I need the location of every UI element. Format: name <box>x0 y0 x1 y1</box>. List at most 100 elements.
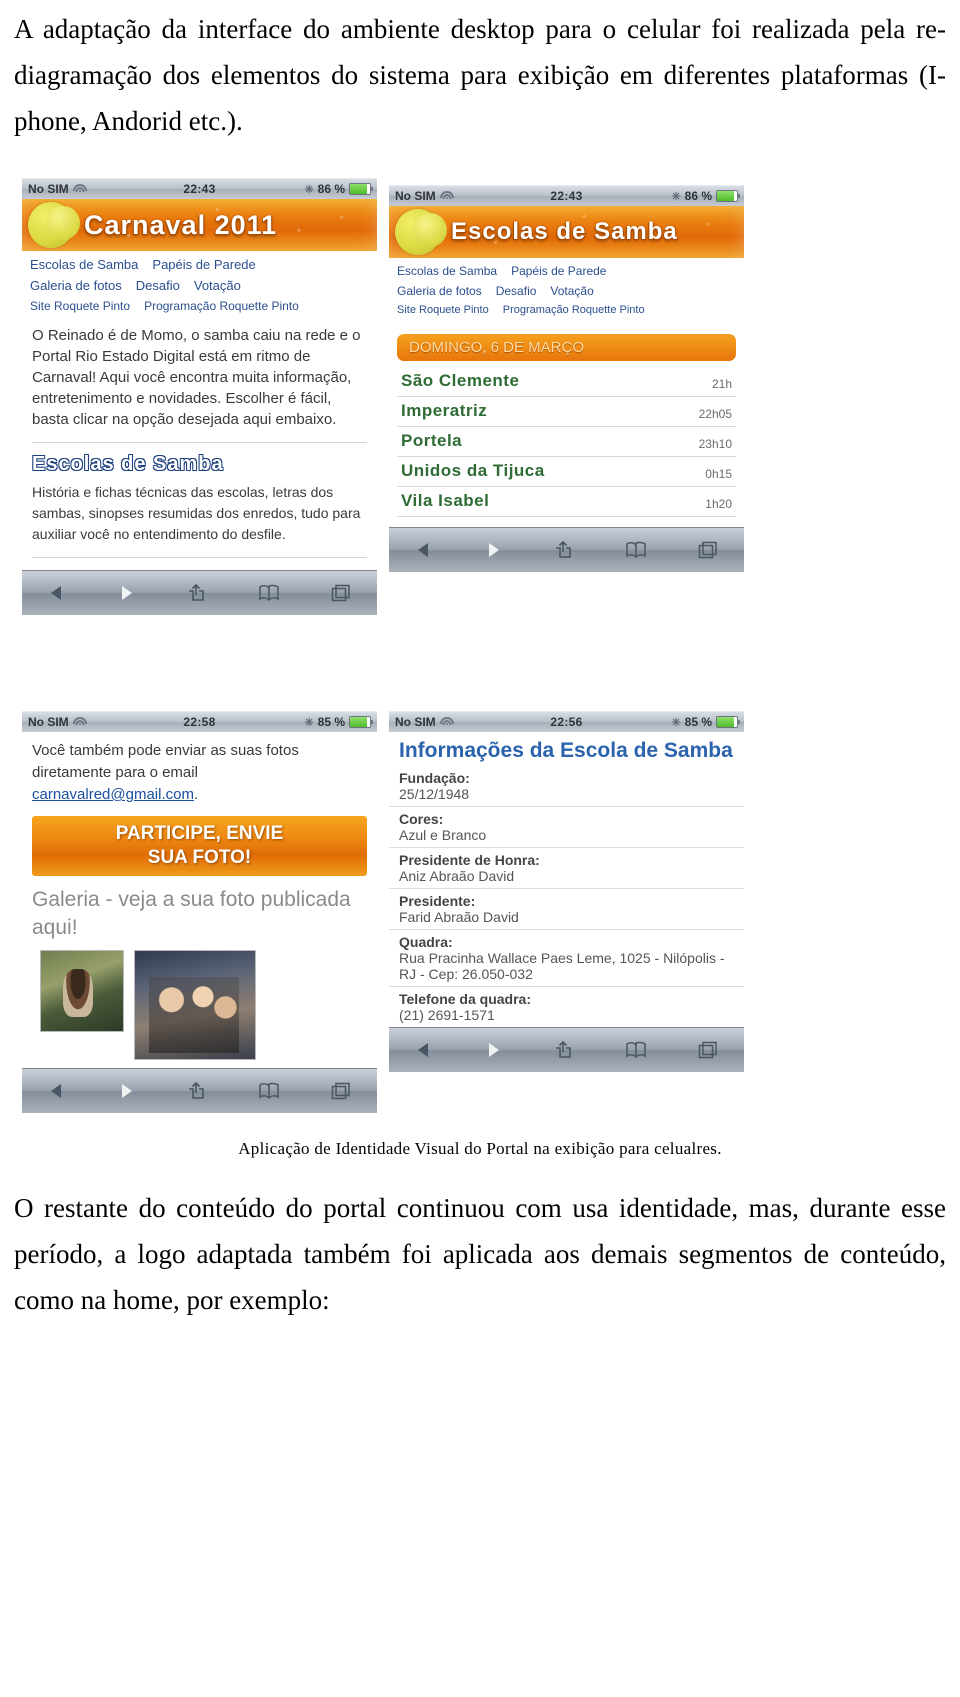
phones-row-top: No SIM 22:43 ✳ 86 % Carnaval 2011 Escola… <box>0 178 960 615</box>
share-icon[interactable] <box>186 1081 206 1101</box>
bluetooth-icon: ✳ <box>304 716 314 729</box>
nav-link-galeria-de-fotos[interactable]: Galeria de fotos <box>397 284 482 298</box>
participate-line-1: PARTICIPE, ENVIE <box>115 823 284 844</box>
nav-link-desafio[interactable]: Desafio <box>496 284 537 298</box>
school-time: 1h20 <box>705 497 732 511</box>
carrier-label: No SIM <box>28 715 69 729</box>
carrier-label: No SIM <box>395 189 436 203</box>
nav-link-votacao[interactable]: Votação <box>194 278 241 293</box>
clock-label: 22:56 <box>550 715 583 729</box>
nav-link-site-roquete-pinto[interactable]: Site Roquete Pinto <box>30 299 130 313</box>
list-item[interactable]: Portela 23h10 <box>397 427 736 457</box>
email-text-before: Você também pode enviar as suas fotos di… <box>32 742 299 781</box>
school-time: 23h10 <box>698 437 732 451</box>
battery-icon <box>349 183 374 195</box>
school-time: 22h05 <box>698 407 732 421</box>
info-value: Farid Abraão David <box>399 909 519 925</box>
nav-link-votacao[interactable]: Votação <box>550 284 593 298</box>
school-name: Vila Isabel <box>401 491 490 510</box>
list-item[interactable]: Vila Isabel 1h20 <box>397 487 736 517</box>
tabs-icon[interactable] <box>698 1041 718 1059</box>
phone-escolas: No SIM 22:43 ✳ 86 % Escolas de Samba Esc… <box>389 185 744 615</box>
carnaval-logo-icon <box>28 202 80 248</box>
share-icon[interactable] <box>553 1040 573 1060</box>
nav-link-site-roquete-pinto[interactable]: Site Roquete Pinto <box>397 304 489 316</box>
share-icon[interactable] <box>186 583 206 603</box>
status-bar: No SIM 22:58 ✳ 85 % <box>22 711 377 732</box>
nav-row: Site Roquete Pinto Programação Roquette … <box>30 299 369 313</box>
share-icon[interactable] <box>553 540 573 560</box>
nav-row: Escolas de Samba Papéis de Parede <box>397 264 736 278</box>
figure-phones-top: No SIM 22:43 ✳ 86 % Carnaval 2011 Escola… <box>0 178 960 615</box>
document-page: A adaptação da interface do ambiente des… <box>0 0 960 1697</box>
forward-icon[interactable] <box>484 1041 502 1059</box>
participate-banner[interactable]: PARTICIPE, ENVIE SUA FOTO! <box>32 816 367 876</box>
info-value: 25/12/1948 <box>399 786 470 802</box>
school-time: 0h15 <box>705 467 732 481</box>
school-name: São Clemente <box>401 371 520 390</box>
forward-icon[interactable] <box>117 1082 135 1100</box>
nav-link-galeria-de-fotos[interactable]: Galeria de fotos <box>30 278 122 293</box>
phones-row-bottom: No SIM 22:58 ✳ 85 % Você também pode env… <box>0 711 960 1113</box>
back-icon[interactable] <box>415 541 433 559</box>
nav-link-programacao-roquette-pinto[interactable]: Programação Roquette Pinto <box>144 299 299 313</box>
school-time: 21h <box>711 377 732 391</box>
site-banner: Escolas de Samba <box>389 206 744 258</box>
info-label: Quadra: <box>399 934 453 950</box>
bookmarks-icon[interactable] <box>625 541 647 559</box>
page-title: Informações da Escola de Samba <box>399 739 733 762</box>
bookmarks-icon[interactable] <box>625 1041 647 1059</box>
info-value: Rua Pracinha Wallace Paes Leme, 1025 - N… <box>399 950 725 982</box>
email-text-after: . <box>193 786 199 803</box>
info-label: Presidente de Honra: <box>399 852 540 868</box>
wifi-icon <box>440 191 455 201</box>
wifi-icon <box>440 717 455 727</box>
nav-link-programacao-roquette-pinto[interactable]: Programação Roquette Pinto <box>503 304 645 316</box>
section-body-text: História e fichas técnicas das escolas, … <box>32 484 361 542</box>
back-icon[interactable] <box>48 584 66 602</box>
gallery-heading: Galeria - veja a sua foto publicada aqui… <box>32 888 351 939</box>
divider <box>32 557 367 558</box>
battery-label: 85 % <box>317 715 346 729</box>
nav-links: Escolas de Samba Papéis de Parede Galeri… <box>389 258 744 326</box>
list-item[interactable]: Unidos da Tijuca 0h15 <box>397 457 736 487</box>
list-item[interactable]: São Clemente 21h <box>397 367 736 397</box>
photo-thumb-1[interactable] <box>40 950 124 1032</box>
info-value: Aniz Abraão David <box>399 868 515 884</box>
tabs-icon[interactable] <box>331 584 351 602</box>
info-row: Presidente: Farid Abraão David <box>389 889 744 930</box>
nav-link-escolas-de-samba[interactable]: Escolas de Samba <box>397 264 497 278</box>
back-icon[interactable] <box>48 1082 66 1100</box>
info-row: Telefone da quadra: (21) 2691-1571 <box>389 987 744 1027</box>
figure-caption: Aplicação de Identidade Visual do Portal… <box>238 1139 722 1158</box>
tabs-icon[interactable] <box>698 541 718 559</box>
nav-link-escolas-de-samba[interactable]: Escolas de Samba <box>30 257 138 272</box>
browser-toolbar <box>389 527 744 572</box>
carrier-label: No SIM <box>28 182 69 196</box>
forward-icon[interactable] <box>484 541 502 559</box>
participate-line-2: SUA FOTO! <box>147 847 252 868</box>
clock-label: 22:43 <box>550 189 583 203</box>
photo-thumb-2[interactable] <box>134 950 256 1060</box>
email-link[interactable]: carnavalred@gmail.com <box>32 786 194 803</box>
clock-label: 22:58 <box>183 715 216 729</box>
battery-icon <box>716 716 741 728</box>
phone-galeria: No SIM 22:58 ✳ 85 % Você também pode env… <box>22 711 377 1113</box>
intro-paragraph: A adaptação da interface do ambiente des… <box>14 14 946 136</box>
info-value: (21) 2691-1571 <box>399 1007 495 1023</box>
nav-link-papeis-de-parede[interactable]: Papéis de Parede <box>511 264 606 278</box>
status-bar: No SIM 22:43 ✳ 86 % <box>389 185 744 206</box>
figure-phones-bottom: No SIM 22:58 ✳ 85 % Você também pode env… <box>0 711 960 1113</box>
nav-link-papeis-de-parede[interactable]: Papéis de Parede <box>152 257 255 272</box>
tabs-icon[interactable] <box>331 1082 351 1100</box>
nav-row: Site Roquete Pinto Programação Roquette … <box>397 304 736 316</box>
bookmarks-icon[interactable] <box>258 584 280 602</box>
nav-row: Galeria de fotos Desafio Votação <box>397 284 736 298</box>
closing-paragraph: O restante do conteúdo do portal continu… <box>14 1193 946 1315</box>
nav-link-desafio[interactable]: Desafio <box>136 278 180 293</box>
back-icon[interactable] <box>415 1041 433 1059</box>
school-name: Unidos da Tijuca <box>401 461 545 480</box>
bookmarks-icon[interactable] <box>258 1082 280 1100</box>
list-item[interactable]: Imperatriz 22h05 <box>397 397 736 427</box>
forward-icon[interactable] <box>117 584 135 602</box>
